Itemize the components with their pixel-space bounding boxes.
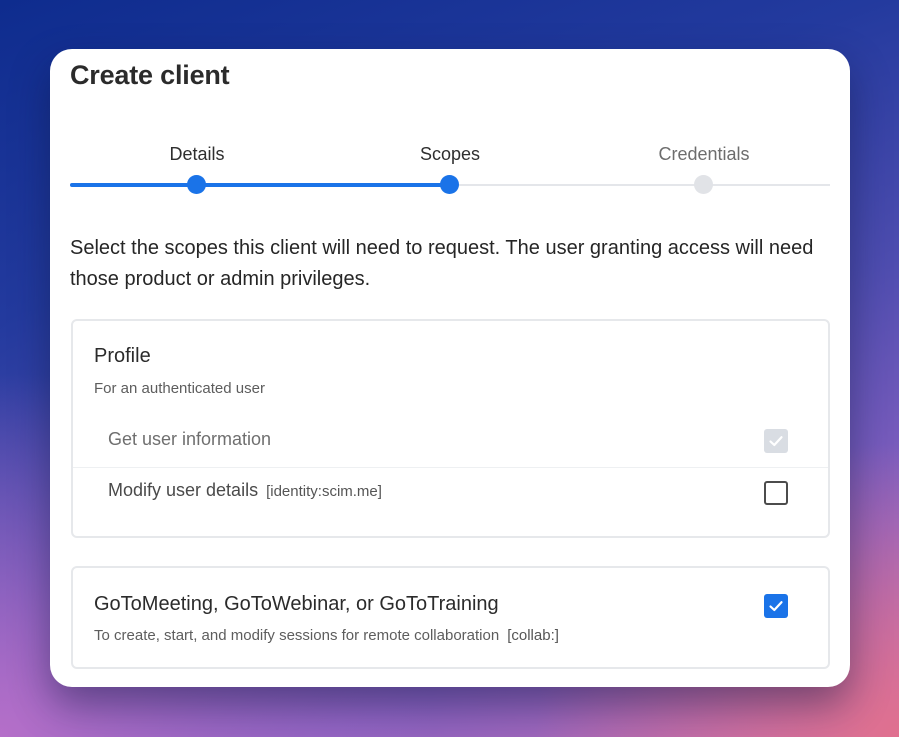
scope-name: Modify user details: [108, 480, 259, 500]
meeting-description: To create, start, and modify sessions fo…: [94, 627, 500, 644]
page-title: Create client: [70, 60, 230, 90]
profile-panel-subtitle: For an authenticated user: [94, 380, 265, 397]
step-credentials-label: Credentials: [658, 144, 750, 164]
step-details-dot: [187, 175, 206, 194]
profile-panel-title: Profile: [94, 345, 151, 367]
checkmark-icon: [769, 601, 783, 612]
meeting-scope-checkbox[interactable]: [764, 594, 788, 618]
step-scopes-dot: [440, 175, 459, 194]
scope-name: Get user information: [108, 429, 272, 449]
scope-code: [identity:scim.me]: [266, 483, 382, 500]
stepper: Details Scopes Credentials: [70, 139, 830, 199]
scope-row-modify-user-details: Modify user details [identity:scim.me]: [73, 467, 828, 519]
step-details-label: Details: [169, 144, 225, 164]
step-details[interactable]: Details: [117, 139, 277, 194]
scope-label: Modify user details [identity:scim.me]: [108, 480, 382, 501]
meeting-scope-code: [collab:]: [507, 627, 559, 644]
scope-row-get-user-information: Get user information: [73, 416, 828, 468]
meeting-panel-subtitle: To create, start, and modify sessions fo…: [94, 627, 559, 644]
meeting-scope-panel: GoToMeeting, GoToWebinar, or GoToTrainin…: [71, 566, 830, 669]
step-scopes-label: Scopes: [419, 144, 481, 164]
step-scopes[interactable]: Scopes: [370, 139, 530, 194]
profile-scope-panel: Profile For an authenticated user Get us…: [71, 319, 830, 538]
scope-label: Get user information: [108, 429, 271, 450]
get-user-information-checkbox[interactable]: [764, 429, 788, 453]
scopes-intro-text: Select the scopes this client will need …: [70, 237, 814, 290]
checkmark-icon: [769, 436, 783, 447]
create-client-dialog: Create client Details Scopes Credentials…: [50, 49, 850, 687]
stepper-progress: [70, 183, 450, 187]
meeting-panel-title: GoToMeeting, GoToWebinar, or GoToTrainin…: [94, 593, 499, 615]
step-credentials-dot: [694, 175, 713, 194]
modify-user-details-checkbox[interactable]: [764, 481, 788, 505]
step-credentials[interactable]: Credentials: [624, 139, 784, 194]
